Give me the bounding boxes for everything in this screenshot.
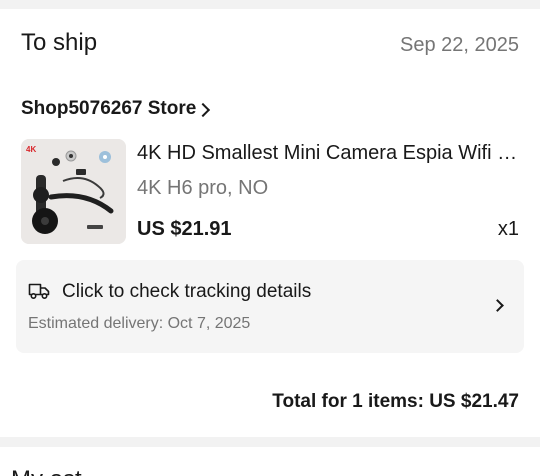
order-card[interactable]: To ship Sep 22, 2025 Shop5076267 Store 4… — [0, 9, 540, 437]
product-thumbnail[interactable]: 4K — [21, 139, 126, 244]
product-price: US $21.91 — [137, 218, 232, 240]
orders-page: To ship Sep 22, 2025 Shop5076267 Store 4… — [0, 0, 540, 476]
store-name: Shop5076267 Store — [21, 98, 197, 119]
store-link[interactable]: Shop5076267 Store — [21, 98, 211, 120]
product-image: 4K — [21, 139, 126, 244]
estimated-delivery: Estimated delivery: Oct 7, 2025 — [28, 315, 251, 332]
order-date: Sep 22, 2025 — [400, 34, 519, 56]
chevron-right-icon — [196, 102, 211, 117]
order-status: To ship — [21, 29, 98, 56]
product-variant: 4K H6 pro, NO — [137, 177, 269, 199]
truck-icon — [28, 282, 50, 305]
thumb-badge: 4K — [26, 145, 36, 154]
next-order-title: My ost — [11, 466, 82, 476]
tracking-details-button[interactable]: Click to check tracking details Estimate… — [16, 260, 524, 353]
next-order-card[interactable]: My ost — [0, 447, 540, 476]
chevron-right-icon — [491, 299, 504, 312]
tracking-label: Click to check tracking details — [62, 281, 312, 302]
order-total: Total for 1 items: US $21.47 — [272, 391, 519, 412]
product-title[interactable]: 4K HD Smallest Mini Camera Espia Wifi Mo… — [137, 142, 521, 165]
product-quantity: x1 — [497, 218, 519, 240]
